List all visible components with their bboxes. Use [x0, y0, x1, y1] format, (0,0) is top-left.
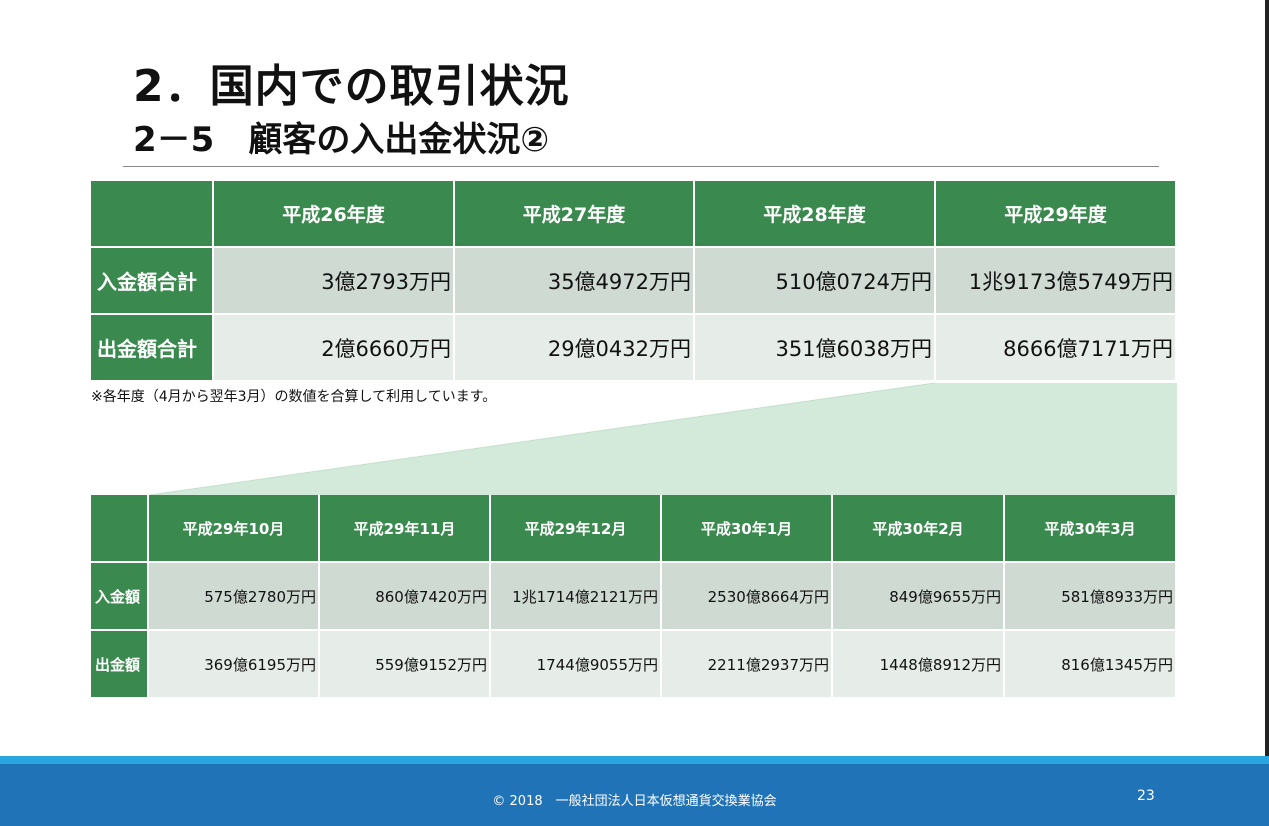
table-cell: 369億6195万円 — [149, 631, 320, 699]
table-row: 出金額合計 2億6660万円 29億0432万円 351億6038万円 8666… — [91, 315, 1177, 382]
table-row: 入金額 575億2780万円 860億7420万円 1兆1714億2121万円 … — [91, 563, 1177, 631]
table-cell: 849億9655万円 — [833, 563, 1005, 631]
table-cell: 8666億7171万円 — [936, 315, 1177, 382]
table-cell: 2211億2937万円 — [662, 631, 833, 699]
table-cell: 29億0432万円 — [455, 315, 695, 382]
table-cell: 581億8933万円 — [1005, 563, 1177, 631]
table-cell: 2億6660万円 — [214, 315, 455, 382]
table-cell: 1兆9173億5749万円 — [936, 248, 1177, 315]
table-corner-cell — [91, 495, 149, 563]
column-header: 平成29年12月 — [491, 495, 662, 563]
column-header: 平成27年度 — [455, 181, 695, 248]
column-header: 平成30年3月 — [1005, 495, 1177, 563]
table-cell: 575億2780万円 — [149, 563, 320, 631]
column-header: 平成29年11月 — [320, 495, 491, 563]
table-cell: 2530億8664万円 — [662, 563, 833, 631]
column-header: 平成29年度 — [936, 181, 1177, 248]
column-header: 平成29年10月 — [149, 495, 320, 563]
table-cell: 860億7420万円 — [320, 563, 491, 631]
column-header: 平成26年度 — [214, 181, 455, 248]
table-cell: 35億4972万円 — [455, 248, 695, 315]
table-cell: 351億6038万円 — [695, 315, 936, 382]
row-label: 入金額合計 — [91, 248, 214, 315]
table-row: 入金額合計 3億2793万円 35億4972万円 510億0724万円 1兆91… — [91, 248, 1177, 315]
page-number: 23 — [1137, 788, 1155, 804]
table-footnote: ※各年度（4月から翌年3月）の数値を合算して利用しています。 — [91, 389, 497, 405]
table-cell: 559億9152万円 — [320, 631, 491, 699]
zoom-connector — [149, 382, 1177, 496]
annual-deposit-withdrawal-table: 平成26年度 平成27年度 平成28年度 平成29年度 入金額合計 3億2793… — [91, 181, 1177, 382]
table-cell: 1兆1714億2121万円 — [491, 563, 662, 631]
footer-copyright: © 2018 一般社団法人日本仮想通貨交換業協会 — [492, 794, 777, 809]
column-header: 平成28年度 — [695, 181, 936, 248]
column-header: 平成30年2月 — [833, 495, 1005, 563]
row-label: 入金額 — [91, 563, 149, 631]
row-label: 出金額 — [91, 631, 149, 699]
column-header: 平成30年1月 — [662, 495, 833, 563]
footer-accent-stripe — [0, 756, 1269, 764]
table-cell: 1744億9055万円 — [491, 631, 662, 699]
table-cell: 3億2793万円 — [214, 248, 455, 315]
monthly-deposit-withdrawal-table: 平成29年10月 平成29年11月 平成29年12月 平成30年1月 平成30年… — [91, 495, 1177, 699]
table-cell: 816億1345万円 — [1005, 631, 1177, 699]
table-cell: 1448億8912万円 — [833, 631, 1005, 699]
table-header-row: 平成29年10月 平成29年11月 平成29年12月 平成30年1月 平成30年… — [91, 495, 1177, 563]
table-header-row: 平成26年度 平成27年度 平成28年度 平成29年度 — [91, 181, 1177, 248]
table-row: 出金額 369億6195万円 559億9152万円 1744億9055万円 22… — [91, 631, 1177, 699]
row-label: 出金額合計 — [91, 315, 214, 382]
table-corner-cell — [91, 181, 214, 248]
table-cell: 510億0724万円 — [695, 248, 936, 315]
